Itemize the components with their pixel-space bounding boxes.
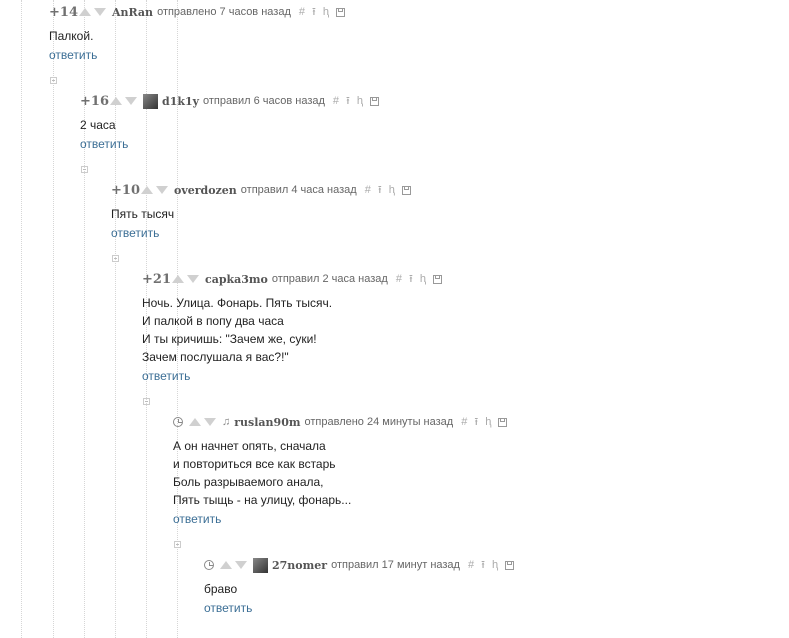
upvote-icon[interactable] bbox=[220, 561, 232, 569]
comment-time: отправил 4 часа назад bbox=[240, 184, 357, 196]
comment-rating: +16 bbox=[80, 93, 109, 109]
tree-icon[interactable]: ⱨ bbox=[420, 273, 426, 285]
downvote-icon[interactable] bbox=[204, 418, 216, 426]
link-arrow-icon[interactable]: ⭱ bbox=[346, 92, 350, 111]
author-link[interactable]: overdozen bbox=[174, 184, 237, 197]
comment: +14 AnRan отправлено 7 часов назад # ⭱ ⱨ… bbox=[49, 4, 345, 62]
upvote-icon[interactable] bbox=[141, 186, 153, 194]
downvote-icon[interactable] bbox=[156, 186, 168, 194]
save-icon[interactable] bbox=[370, 96, 380, 106]
save-icon[interactable] bbox=[498, 417, 508, 427]
author-link[interactable]: 27nomer bbox=[272, 559, 327, 572]
comment: 27nomer отправил 17 минут назад # ⭱ ⱨ бр… bbox=[204, 556, 515, 615]
upvote-icon[interactable] bbox=[110, 97, 122, 105]
avatar[interactable] bbox=[143, 93, 158, 109]
tree-icon[interactable]: ⱨ bbox=[357, 95, 363, 107]
comment-time: отправлено 24 минуты назад bbox=[304, 416, 454, 428]
downvote-icon[interactable] bbox=[94, 8, 106, 16]
comment: +21 capka3mo отправил 2 часа назад # ⭱ ⱨ… bbox=[142, 271, 442, 383]
comment-time: отправил 2 часа назад bbox=[271, 273, 388, 285]
collapse-icon[interactable] bbox=[174, 541, 181, 548]
comment-text: Пять тысяч bbox=[111, 207, 175, 221]
collapse-icon[interactable] bbox=[81, 166, 88, 173]
comment-time: отправил 17 минут назад bbox=[331, 559, 460, 571]
permalink-hash-icon[interactable]: # bbox=[396, 273, 402, 285]
comment-header: +16 d1k1y отправил 6 часов назад # ⭱ ⱨ bbox=[80, 92, 380, 111]
link-arrow-icon[interactable]: ⭱ bbox=[481, 556, 485, 575]
comment-text: браво bbox=[204, 582, 238, 596]
author-link[interactable]: AnRan bbox=[112, 6, 153, 19]
tree-icon[interactable]: ⱨ bbox=[389, 184, 395, 196]
collapse-icon[interactable] bbox=[112, 255, 119, 262]
comment-text: 2 часа bbox=[80, 118, 116, 132]
tree-icon[interactable]: ⱨ bbox=[492, 559, 498, 571]
link-arrow-icon[interactable]: ⭱ bbox=[378, 181, 382, 200]
downvote-icon[interactable] bbox=[235, 561, 247, 569]
comment-time: отправлено 7 часов назад bbox=[157, 6, 291, 18]
comment-rating: +21 bbox=[142, 271, 171, 287]
comment-rating: +10 bbox=[111, 182, 140, 198]
permalink-hash-icon[interactable]: # bbox=[299, 6, 305, 18]
comment-header: ♫ ruslan90m отправлено 24 минуты назад #… bbox=[173, 413, 508, 432]
tree-icon[interactable]: ⱨ bbox=[323, 6, 329, 18]
save-icon[interactable] bbox=[401, 185, 411, 195]
collapse-icon[interactable] bbox=[143, 398, 150, 405]
link-arrow-icon[interactable]: ⭱ bbox=[474, 413, 478, 432]
downvote-icon[interactable] bbox=[187, 275, 199, 283]
save-icon[interactable] bbox=[335, 7, 345, 17]
comment-header: 27nomer отправил 17 минут назад # ⭱ ⱨ bbox=[204, 556, 515, 575]
reply-link[interactable]: ответить bbox=[204, 601, 514, 615]
author-link[interactable]: ruslan90m bbox=[234, 416, 300, 429]
author-link[interactable]: d1k1y bbox=[162, 95, 199, 108]
upvote-icon[interactable] bbox=[79, 8, 91, 16]
collapse-icon[interactable] bbox=[50, 77, 57, 84]
avatar[interactable] bbox=[253, 557, 268, 573]
reply-link[interactable]: ответить bbox=[173, 512, 507, 526]
reply-link[interactable]: ответить bbox=[49, 48, 345, 62]
reply-link[interactable]: ответить bbox=[80, 137, 379, 151]
permalink-hash-icon[interactable]: # bbox=[365, 184, 371, 196]
clock-icon bbox=[173, 417, 183, 427]
thread-line bbox=[53, 0, 54, 638]
upvote-icon[interactable] bbox=[189, 418, 201, 426]
headphones-avatar-icon[interactable]: ♫ bbox=[222, 416, 230, 428]
thread-line bbox=[21, 0, 22, 638]
link-arrow-icon[interactable]: ⭱ bbox=[409, 270, 413, 289]
author-link[interactable]: capka3mo bbox=[205, 273, 268, 286]
permalink-hash-icon[interactable]: # bbox=[333, 95, 339, 107]
comment: +16 d1k1y отправил 6 часов назад # ⭱ ⱨ 2… bbox=[80, 92, 380, 151]
comment-text: Ночь. Улица. Фонарь. Пять тысяч. И палко… bbox=[142, 296, 333, 364]
comment-time: отправил 6 часов назад bbox=[203, 95, 325, 107]
permalink-hash-icon[interactable]: # bbox=[468, 559, 474, 571]
comment-text: Палкой. bbox=[49, 29, 94, 43]
comment: +10 overdozen отправил 4 часа назад # ⭱ … bbox=[111, 182, 411, 240]
reply-link[interactable]: ответить bbox=[142, 369, 442, 383]
permalink-hash-icon[interactable]: # bbox=[461, 416, 467, 428]
comment-text: А он начнет опять, сначала и повториться… bbox=[173, 439, 352, 507]
comment-header: +10 overdozen отправил 4 часа назад # ⭱ … bbox=[111, 182, 411, 198]
comment-rating: +14 bbox=[49, 4, 78, 20]
comment-header: +21 capka3mo отправил 2 часа назад # ⭱ ⱨ bbox=[142, 271, 442, 287]
reply-link[interactable]: ответить bbox=[111, 226, 411, 240]
link-arrow-icon[interactable]: ⭱ bbox=[312, 3, 316, 22]
downvote-icon[interactable] bbox=[125, 97, 137, 105]
tree-icon[interactable]: ⱨ bbox=[485, 416, 491, 428]
upvote-icon[interactable] bbox=[172, 275, 184, 283]
clock-icon bbox=[204, 560, 214, 570]
comment: ♫ ruslan90m отправлено 24 минуты назад #… bbox=[173, 413, 508, 526]
save-icon[interactable] bbox=[505, 560, 515, 570]
save-icon[interactable] bbox=[432, 274, 442, 284]
comment-header: +14 AnRan отправлено 7 часов назад # ⭱ ⱨ bbox=[49, 4, 345, 20]
